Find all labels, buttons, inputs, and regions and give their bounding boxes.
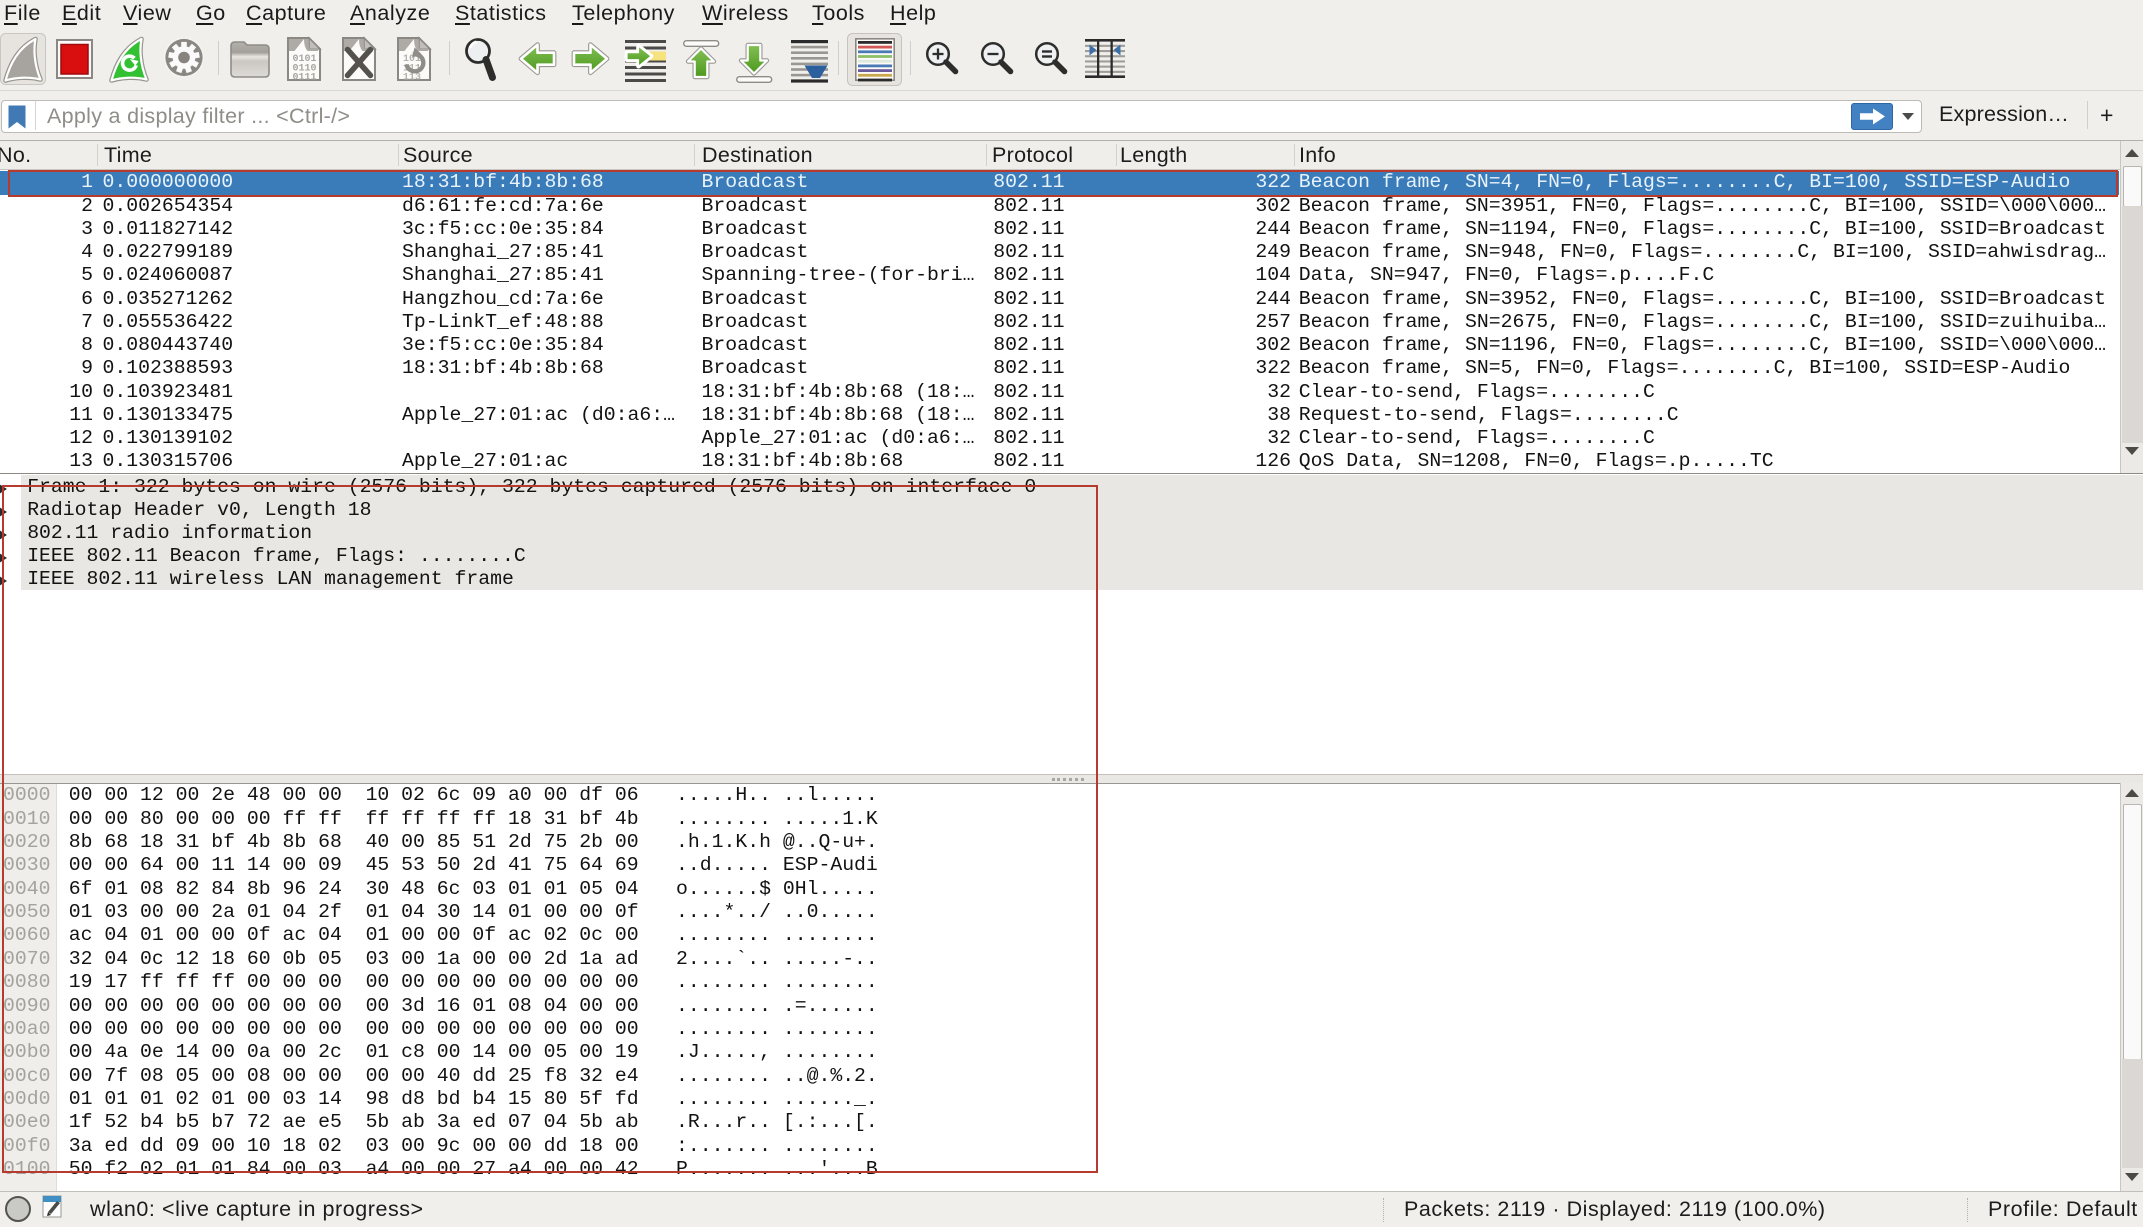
svg-text:113: 113 [403,73,421,84]
svg-text:0111: 0111 [293,73,317,84]
